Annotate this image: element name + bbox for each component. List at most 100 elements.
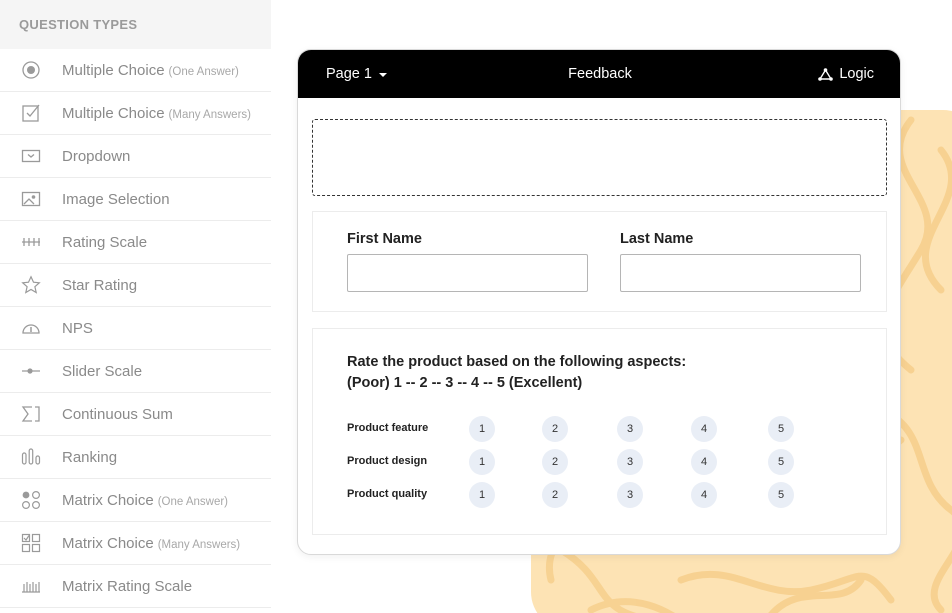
rating-option[interactable]: 2 (542, 416, 568, 442)
page-selector[interactable]: Page 1 (326, 66, 387, 82)
rating-option[interactable]: 5 (768, 416, 794, 442)
rating-question-line2: (Poor) 1 -- 2 -- 3 -- 4 -- 5 (Excellent) (347, 375, 583, 391)
question-type-item[interactable]: Ranking (0, 436, 271, 479)
question-type-item[interactable]: Matrix Choice (One Answer) (0, 479, 271, 522)
question-type-label: Ranking (62, 449, 117, 466)
question-type-label: Multiple Choice (Many Answers) (62, 105, 251, 122)
question-type-name: Slider Scale (62, 362, 143, 380)
rating-section: Rate the product based on the following … (312, 328, 887, 535)
star-icon (20, 275, 42, 295)
rating-option[interactable]: 4 (691, 449, 717, 475)
question-type-label: Rating Scale (62, 234, 147, 251)
rating-row: Product quality 1 2 3 4 5 (313, 482, 888, 508)
question-type-list: Multiple Choice (One Answer) Multiple Choi… (0, 49, 271, 608)
rating-option[interactable]: 1 (469, 416, 495, 442)
question-type-name: Matrix Choice (62, 534, 154, 552)
logic-button-label: Logic (839, 66, 874, 82)
rating-option[interactable]: 3 (617, 449, 643, 475)
rating-scale-icon (20, 232, 42, 252)
rating-option[interactable]: 1 (469, 482, 495, 508)
question-type-item[interactable]: Slider Scale (0, 350, 271, 393)
question-type-name: Multiple Choice (62, 104, 165, 122)
ranking-icon (20, 447, 42, 467)
question-type-item[interactable]: Continuous Sum (0, 393, 271, 436)
app-root: QUESTION TYPES Multiple Choice (One Answe… (0, 0, 952, 613)
question-type-item[interactable]: Image Selection (0, 178, 271, 221)
question-type-name: Ranking (62, 448, 118, 466)
checkbox-icon (20, 103, 42, 123)
question-type-label: Matrix Choice (Many Answers) (62, 535, 240, 552)
caret-down-icon (378, 73, 387, 77)
last-name-input[interactable] (620, 254, 861, 292)
question-type-name: Matrix Rating Scale (62, 577, 193, 595)
question-type-item[interactable]: Matrix Choice (Many Answers) (0, 522, 271, 565)
question-types-sidebar: QUESTION TYPES Multiple Choice (One Answe… (0, 0, 271, 613)
drop-zone[interactable] (312, 119, 887, 196)
logic-button[interactable]: Logic (818, 66, 874, 82)
matrix-rating-icon (20, 576, 42, 596)
question-type-qualifier: (Many Answers) (168, 108, 251, 121)
image-icon (20, 189, 42, 209)
rating-option[interactable]: 3 (617, 482, 643, 508)
rating-option[interactable]: 3 (617, 416, 643, 442)
rating-question: Rate the product based on the following … (347, 352, 686, 394)
question-type-label: Continuous Sum (62, 406, 173, 423)
page-selector-label: Page 1 (326, 66, 372, 82)
question-type-qualifier: (One Answer) (157, 495, 229, 508)
question-type-label: Image Selection (62, 191, 170, 208)
question-type-label: Multiple Choice (One Answer) (62, 62, 239, 79)
sidebar-header: QUESTION TYPES (0, 0, 271, 49)
question-type-name: Star Rating (62, 276, 138, 294)
rating-row-label: Product feature (347, 422, 429, 434)
question-type-name: Rating Scale (62, 233, 148, 251)
form-topbar: Feedback Page 1 Logic (298, 50, 900, 98)
question-type-label: Slider Scale (62, 363, 142, 380)
rating-row: Product design 1 2 3 4 5 (313, 449, 888, 475)
question-type-item[interactable]: Dropdown (0, 135, 271, 178)
question-type-item[interactable]: Rating Scale (0, 221, 271, 264)
question-type-qualifier: (One Answer) (168, 65, 239, 78)
question-type-name: Continuous Sum (62, 405, 173, 423)
form-card: Feedback Page 1 Logic First Name Last Na… (297, 49, 901, 555)
question-type-name: Multiple Choice (62, 61, 165, 79)
question-type-name: Dropdown (62, 147, 131, 165)
rating-option[interactable]: 5 (768, 482, 794, 508)
radio-icon (20, 60, 42, 80)
rating-option[interactable]: 2 (542, 482, 568, 508)
name-section: First Name Last Name (312, 211, 887, 312)
slider-icon (20, 361, 42, 381)
question-type-item[interactable]: Multiple Choice (Many Answers) (0, 92, 271, 135)
matrix-checkbox-icon (20, 533, 42, 553)
question-type-item[interactable]: NPS (0, 307, 271, 350)
question-type-item[interactable]: Matrix Rating Scale (0, 565, 271, 608)
form-title: Feedback (568, 66, 632, 82)
gauge-icon (20, 318, 42, 338)
question-type-label: Star Rating (62, 277, 137, 294)
question-type-qualifier: (Many Answers) (157, 538, 241, 551)
logic-icon (818, 67, 834, 81)
question-type-label: Dropdown (62, 148, 130, 165)
question-type-item[interactable]: Multiple Choice (One Answer) (0, 49, 271, 92)
rating-question-line1: Rate the product based on the following … (347, 354, 687, 370)
last-name-label: Last Name (620, 231, 694, 247)
first-name-input[interactable] (347, 254, 588, 292)
first-name-label: First Name (347, 231, 422, 247)
question-type-label: Matrix Rating Scale (62, 578, 192, 595)
question-type-label: Matrix Choice (One Answer) (62, 492, 228, 509)
dropdown-icon (20, 146, 42, 166)
question-type-name: NPS (62, 319, 93, 337)
rating-row-label: Product quality (347, 488, 428, 500)
rating-row: Product feature 1 2 3 4 5 (313, 416, 888, 442)
rating-option[interactable]: 5 (768, 449, 794, 475)
question-type-label: NPS (62, 320, 93, 337)
matrix-radio-icon (20, 490, 42, 510)
rating-option[interactable]: 2 (542, 449, 568, 475)
question-type-name: Image Selection (62, 190, 170, 208)
rating-option[interactable]: 4 (691, 482, 717, 508)
rating-option[interactable]: 4 (691, 416, 717, 442)
rating-option[interactable]: 1 (469, 449, 495, 475)
question-type-item[interactable]: Star Rating (0, 264, 271, 307)
rating-row-label: Product design (347, 455, 428, 467)
sum-icon (20, 404, 42, 424)
question-type-name: Matrix Choice (62, 491, 154, 509)
